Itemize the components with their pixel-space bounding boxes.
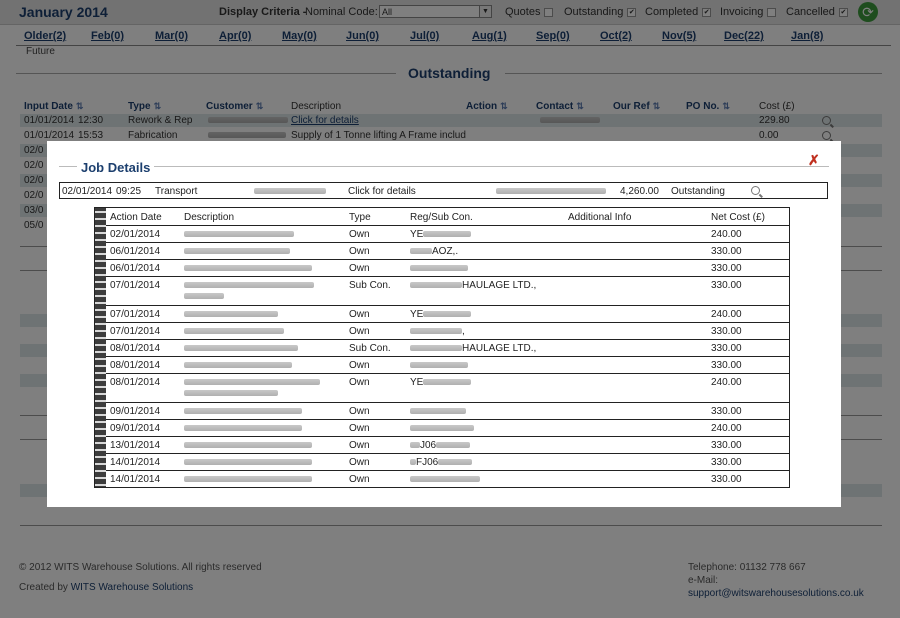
col-action-date: Action Date [110,212,162,223]
table-row[interactable]: 06/01/2014 Own AOZ,. 330.00 [106,242,789,259]
table-row[interactable]: 14/01/2014 Own 330.00 [106,470,789,487]
job-cost: 4,260.00 [620,186,659,197]
table-row[interactable]: 07/01/2014 Own , 330.00 [106,322,789,339]
redacted-contact [496,186,606,197]
table-row[interactable]: 08/01/2014 Sub Con. HAULAGE LTD., 330.00 [106,339,789,356]
reg-value: YE [410,377,472,388]
redacted-description [184,280,314,302]
reg-value: J06 [410,440,471,451]
job-details-modal: Job Details ✗ 02/01/2014 09:25 Transport… [47,141,841,507]
table-row[interactable]: 09/01/2014 Own 330.00 [106,402,789,419]
reg-value: YE [410,309,472,320]
job-summary-row: 02/01/2014 09:25 Transport Click for det… [59,182,828,199]
reg-value: HAULAGE LTD., [410,280,536,291]
redacted-description [184,309,278,320]
table-row[interactable]: 07/01/2014 Sub Con. HAULAGE LTD., 330.00 [106,276,789,305]
table-row[interactable]: 07/01/2014 Own YE 240.00 [106,305,789,322]
table-row[interactable]: 09/01/2014 Own 240.00 [106,419,789,436]
redacted-description [184,377,320,399]
reg-value: FJ06 [410,457,473,468]
redacted-description [184,457,312,468]
magnifier-icon[interactable] [751,186,760,195]
redacted-description [184,246,290,257]
redacted-description [184,326,284,337]
divider [59,166,829,167]
reg-value [410,423,474,434]
redacted-description [184,406,302,417]
redacted-description [184,440,312,451]
reg-value [410,263,468,274]
reg-value [410,406,466,417]
job-description: Click for details [348,186,416,197]
close-icon[interactable]: ✗ [808,152,820,169]
reg-value: HAULAGE LTD., [410,343,536,354]
reg-value [410,360,468,371]
job-type: Transport [155,186,198,197]
table-row[interactable]: 13/01/2014 Own J06 330.00 [106,436,789,453]
col-reg-sub-con: Reg/Sub Con. [410,212,473,223]
redacted-description [184,263,312,274]
job-lines-table: Action Date Description Type Reg/Sub Con… [94,207,790,488]
job-status: Outstanding [671,186,725,197]
redacted-description [184,474,312,485]
reg-value: YE [410,229,472,240]
col-description: Description [184,212,235,223]
col-net-cost: Net Cost (£) [711,212,765,223]
redacted-customer [254,186,326,197]
col-additional-info: Additional Info [568,212,632,223]
job-date: 02/01/2014 [62,186,113,197]
redacted-description [184,423,302,434]
table-row[interactable]: 06/01/2014 Own 330.00 [106,259,789,276]
table-row[interactable]: 02/01/2014 Own YE 240.00 [106,225,789,242]
reg-value: AOZ,. [410,246,458,257]
reg-value: , [410,326,465,337]
filmstrip-border [95,208,106,487]
job-time: 09:25 [116,186,142,197]
modal-title: Job Details [77,160,155,175]
redacted-description [184,343,298,354]
table-row[interactable]: 14/01/2014 Own FJ06 330.00 [106,453,789,470]
table-row[interactable]: 08/01/2014 Own YE 240.00 [106,373,789,402]
redacted-description [184,229,294,240]
table-row[interactable]: 08/01/2014 Own 330.00 [106,356,789,373]
redacted-description [184,360,292,371]
reg-value [410,474,480,485]
col-type: Type [349,212,371,223]
